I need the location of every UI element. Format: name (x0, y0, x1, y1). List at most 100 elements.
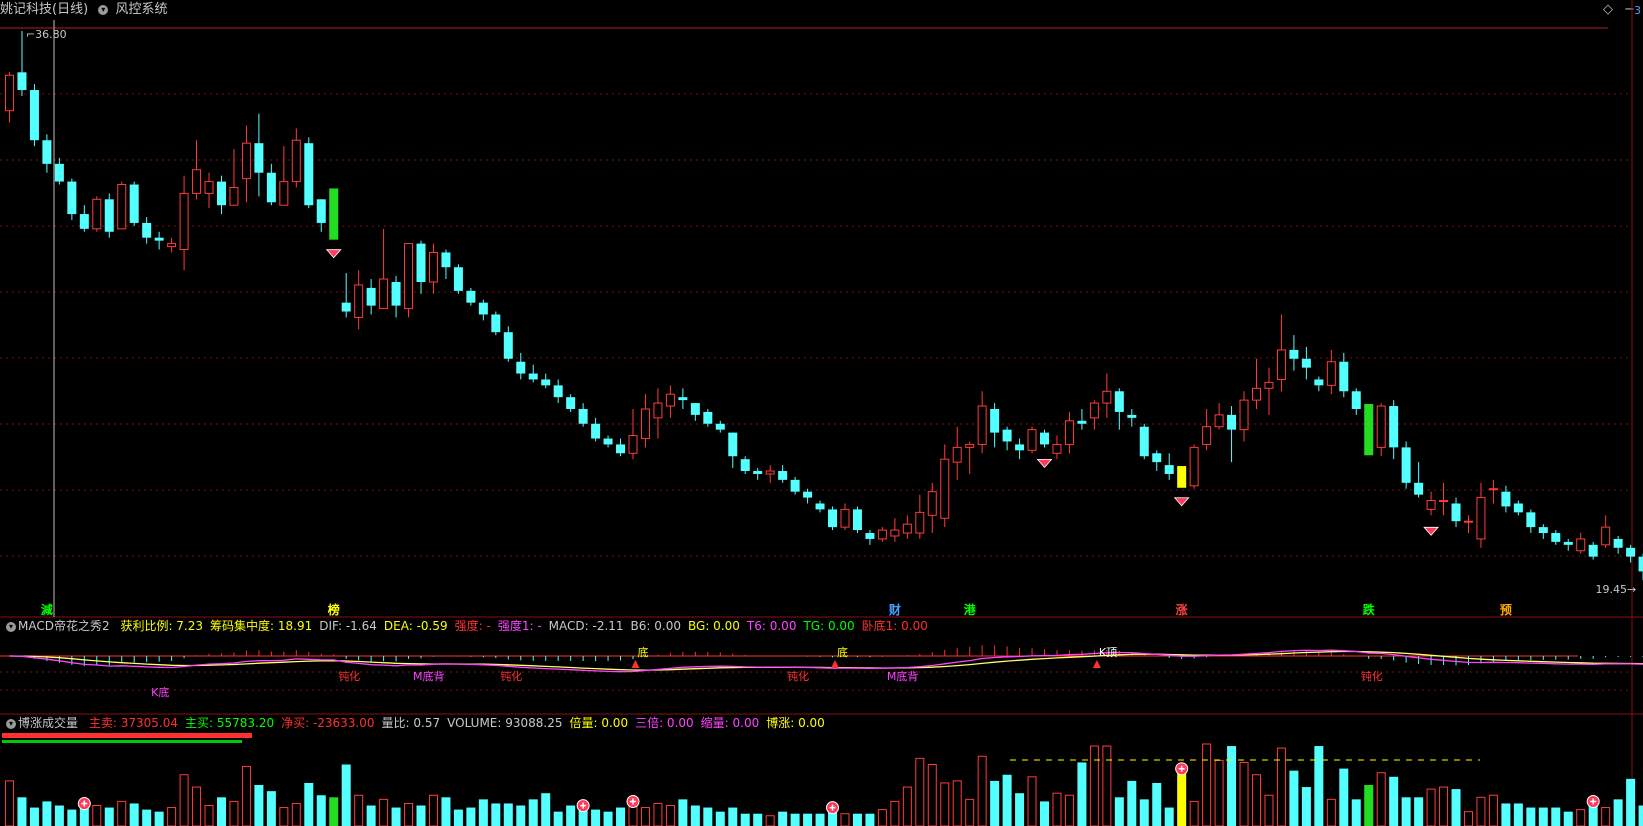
candle (1040, 429, 1050, 448)
macd-annotation-7: M底背 (887, 669, 919, 683)
candle (266, 163, 276, 206)
plus-circle-icon (1175, 762, 1189, 776)
macd-annotation-9: 钝化 (1361, 669, 1383, 683)
volume-bar (1214, 759, 1224, 826)
volume-bar (1626, 778, 1636, 826)
candle-body (1139, 426, 1149, 457)
volume-bar (1301, 787, 1311, 826)
candle-body (1638, 556, 1643, 572)
volume-bar (1152, 782, 1162, 826)
volume-bar (1239, 761, 1249, 826)
right-edge-label: 3 (1634, 4, 1641, 17)
candle-body (1551, 533, 1561, 542)
candle (1526, 509, 1536, 534)
volume-bar (354, 794, 364, 826)
candle (927, 482, 937, 534)
volume-series (2, 733, 1643, 826)
plus-circle-icon (826, 801, 840, 815)
volume-bar (790, 813, 800, 826)
candle (117, 181, 127, 230)
candle (179, 175, 189, 271)
candle (915, 494, 925, 539)
candle-body (591, 423, 601, 439)
candle (653, 388, 663, 439)
candle (5, 72, 14, 123)
candle-body (890, 529, 900, 537)
volume-bar (690, 805, 700, 826)
volume-bar (129, 803, 139, 826)
candle (1626, 544, 1636, 563)
candle-body (778, 471, 788, 480)
volume-bar (1027, 776, 1037, 826)
candle-body (379, 278, 389, 310)
candle (216, 175, 226, 215)
candle (1451, 497, 1461, 528)
volume-bar (990, 780, 1000, 826)
volume-bar (1002, 774, 1012, 826)
plus-circle-icon (576, 799, 590, 813)
candle-body (1526, 512, 1536, 528)
candle (42, 134, 52, 173)
bottom-marker-6: 预 (1500, 603, 1512, 617)
volume-bar (1551, 807, 1561, 826)
plus-circle-icon (626, 795, 640, 808)
candle-body (1164, 465, 1174, 474)
signal-diamond-icon (1173, 497, 1190, 507)
volume-bar (1127, 780, 1137, 826)
candle (1538, 524, 1548, 539)
volume-bar (728, 807, 738, 826)
candle (478, 299, 488, 321)
volume-bar (1538, 807, 1548, 826)
volume-bar (1576, 809, 1586, 826)
candle (1439, 482, 1449, 516)
candle-body (640, 408, 650, 440)
volume-bar (1139, 799, 1149, 826)
candle (404, 243, 414, 318)
volume-bar (1289, 770, 1299, 826)
candle (341, 273, 351, 318)
candle-body (728, 432, 738, 457)
candle-body (1376, 405, 1386, 448)
candle-body (1351, 391, 1361, 409)
volume-bar (1364, 785, 1374, 826)
volume-bar (877, 809, 887, 826)
volume-bar (803, 813, 813, 826)
macd-series (0, 645, 1643, 673)
candle-body (404, 243, 414, 310)
candle-body (865, 533, 875, 539)
highlight-bar (329, 188, 339, 240)
candle (204, 172, 214, 209)
candle (129, 181, 139, 226)
candle (379, 228, 389, 310)
bottom-marker-1: 榜 (328, 602, 340, 617)
stock-chart[interactable]: ⌐36.80 19.45→ 3 減 榜 财 港 涨 跌 预 K底 钝化 M底背 钝化 底钝化 底 M底背 K顶钝化 (0, 0, 1643, 826)
candle-body (241, 142, 251, 180)
candle-body (304, 143, 314, 206)
candle-body (503, 332, 513, 359)
candle (1588, 541, 1598, 560)
volume-bar (279, 807, 289, 826)
candle (192, 140, 202, 200)
volume-bar (516, 805, 526, 826)
candle (1301, 346, 1311, 380)
macd-annotation-8: K顶 (1099, 646, 1117, 659)
candle-body (1339, 361, 1349, 392)
candle-body (1089, 402, 1099, 419)
volume-bar (17, 797, 27, 826)
candle (516, 352, 526, 380)
candle (1364, 404, 1374, 456)
candle (902, 515, 912, 539)
volume-bar (478, 799, 488, 826)
volume-bar (1513, 803, 1523, 826)
candle-body (179, 192, 189, 251)
candle (1164, 453, 1174, 480)
candle (1152, 450, 1162, 472)
candle (703, 408, 713, 427)
volume-bar (1326, 798, 1336, 826)
candle-body (516, 361, 526, 374)
candle-body (1513, 503, 1523, 513)
candle (603, 435, 613, 448)
candle (1239, 391, 1249, 442)
volume-bar (42, 801, 52, 826)
candle (354, 270, 364, 330)
